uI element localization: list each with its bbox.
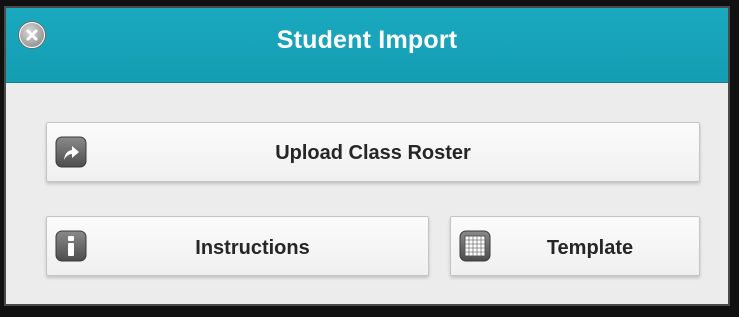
instructions-label: Instructions — [195, 237, 310, 259]
dialog-title: Student Import — [276, 26, 458, 54]
title-bar: Student Import — [6, 8, 728, 83]
student-import-dialog: Student Import Upload Class Roster Instr… — [0, 0, 739, 317]
upload-class-roster-button[interactable]: Upload Class Roster — [46, 122, 700, 182]
template-button[interactable]: Template — [450, 216, 700, 276]
dialog-body: Student Import Upload Class Roster Instr… — [4, 6, 730, 306]
instructions-button[interactable]: Instructions — [46, 216, 429, 276]
upload-class-roster-label: Upload Class Roster — [275, 142, 471, 164]
template-label: Template — [546, 237, 634, 259]
